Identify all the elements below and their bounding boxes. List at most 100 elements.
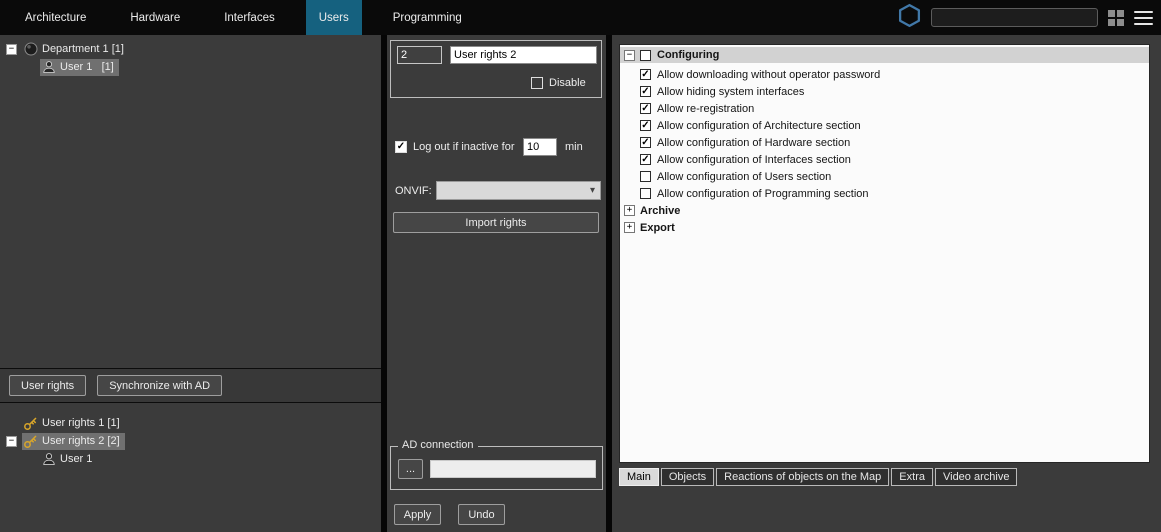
checkbox-unchecked-icon[interactable] <box>640 171 651 182</box>
logout-label: Log out if inactive for <box>413 141 523 153</box>
rights-item-label: Allow hiding system interfaces <box>657 86 804 98</box>
user-icon <box>41 452 56 467</box>
id-field[interactable] <box>397 46 442 64</box>
rights-item[interactable]: − Configuring <box>620 47 1149 63</box>
tree-item-body[interactable]: User rights 1 [1] <box>22 415 125 432</box>
tree-item-label: Department 1 [1] <box>42 43 124 55</box>
rights-tab-reactions-of-objects-on-the-map[interactable]: Reactions of objects on the Map <box>716 468 889 486</box>
editor-panel: Disable Log out if inactive for min ONVI… <box>387 35 606 532</box>
ad-browse-button[interactable]: ... <box>398 459 423 479</box>
tree-item-label: User 1 [1] <box>60 61 114 73</box>
tab-interfaces[interactable]: Interfaces <box>211 0 288 35</box>
synchronize-ad-button[interactable]: Synchronize with AD <box>97 375 222 396</box>
checkbox-unchecked-icon[interactable] <box>640 188 651 199</box>
ad-connection-field[interactable] <box>430 460 596 478</box>
rights-item-label: Allow configuration of Programming secti… <box>657 188 869 200</box>
logout-minutes-field[interactable] <box>523 138 557 156</box>
tree-item-selected[interactable]: User 1 [1] <box>40 59 119 76</box>
rights-tab-main[interactable]: Main <box>619 468 659 486</box>
rights-item[interactable]: Allow configuration of Hardware section <box>620 134 1149 151</box>
rights-item-label: Allow downloading without operator passw… <box>657 69 880 81</box>
ad-connection-groupbox: AD connection ... <box>390 446 603 490</box>
import-rights-button[interactable]: Import rights <box>393 212 599 233</box>
apply-button[interactable]: Apply <box>394 504 441 525</box>
topbar: Architecture Hardware Interfaces Users Progr… <box>0 0 1161 35</box>
key-icon <box>23 434 38 449</box>
topbar-right <box>898 0 1153 35</box>
plus-expander-icon[interactable]: + <box>624 222 635 233</box>
undo-button[interactable]: Undo <box>458 504 505 525</box>
rights-item-label: Export <box>640 222 675 234</box>
rights-item-label: Allow configuration of Hardware section <box>657 137 850 149</box>
topbar-tabs: Architecture Hardware Interfaces Users Progr… <box>0 0 475 35</box>
tab-programming[interactable]: Programming <box>380 0 475 35</box>
rights-tabs: MainObjectsReactions of objects on the M… <box>619 468 1019 486</box>
checkbox-checked-icon[interactable] <box>640 103 651 114</box>
checkbox-unchecked-icon[interactable] <box>640 50 651 61</box>
rights-item[interactable]: Allow configuration of Architecture sect… <box>620 117 1149 134</box>
hexagon-logo-icon <box>898 3 921 33</box>
rights-item[interactable]: Allow hiding system interfaces <box>620 83 1149 100</box>
rights-item[interactable]: Allow configuration of Interfaces sectio… <box>620 151 1149 168</box>
min-label: min <box>565 141 583 153</box>
tree-item-selected[interactable]: User rights 2 [2] <box>22 433 125 450</box>
rights-item-label: Archive <box>640 205 680 217</box>
rights-tab-extra[interactable]: Extra <box>891 468 933 486</box>
disable-label: Disable <box>549 77 586 89</box>
onvif-select[interactable]: ▾ <box>436 181 601 200</box>
tree-item-label: User rights 1 [1] <box>42 417 120 429</box>
minus-expander-icon[interactable]: − <box>6 44 17 55</box>
checkbox-checked-icon[interactable] <box>640 69 651 80</box>
tab-hardware[interactable]: Hardware <box>117 0 193 35</box>
rights-item[interactable]: Allow re-registration <box>620 100 1149 117</box>
logout-row: Log out if inactive for min <box>395 138 583 156</box>
tree-item-label: User 1 <box>60 453 92 465</box>
key-icon <box>23 416 38 431</box>
rights-item-label: Allow configuration of Architecture sect… <box>657 120 861 132</box>
onvif-label: ONVIF: <box>395 185 436 197</box>
checkbox-checked-icon[interactable] <box>640 86 651 97</box>
rights-item[interactable]: + Export <box>620 219 1149 236</box>
search-input[interactable] <box>931 8 1098 27</box>
rights-item-label: Allow configuration of Interfaces sectio… <box>657 154 851 166</box>
plus-expander-icon[interactable]: + <box>624 205 635 216</box>
minus-expander-icon[interactable]: − <box>6 436 17 447</box>
tree-item-body[interactable]: Department 1 [1] <box>22 41 129 58</box>
department-icon <box>23 42 38 57</box>
tree-item-label: User rights 2 [2] <box>42 435 120 447</box>
tree-item-body[interactable]: User 1 <box>40 451 97 468</box>
rights-panel: − Configuring Allow downloading without op… <box>612 35 1161 532</box>
rights-tab-video-archive[interactable]: Video archive <box>935 468 1017 486</box>
minus-expander-icon[interactable]: − <box>624 50 635 61</box>
tree-item[interactable]: User 1 [1] <box>0 58 381 76</box>
editor-actions: Apply Undo <box>394 504 505 525</box>
identity-groupbox: Disable <box>390 40 602 98</box>
tree-item[interactable]: − User rights 2 [2] <box>0 432 381 450</box>
rights-item[interactable]: + Archive <box>620 202 1149 219</box>
tree-item[interactable]: User 1 <box>0 450 381 468</box>
name-field[interactable] <box>450 46 597 64</box>
departments-tree: − Department 1 [1] User 1 [1] <box>0 35 381 368</box>
left-panel: − Department 1 [1] User 1 [1] User rights … <box>0 35 381 532</box>
chevron-down-icon: ▾ <box>590 185 595 196</box>
user-icon <box>41 60 56 75</box>
rights-tab-objects[interactable]: Objects <box>661 468 714 486</box>
hamburger-menu-icon[interactable] <box>1134 11 1153 25</box>
checkbox-checked-icon[interactable] <box>640 120 651 131</box>
tree-item[interactable]: − Department 1 [1] <box>0 40 381 58</box>
grid-layout-icon[interactable] <box>1108 10 1124 26</box>
rights-item-label: Allow configuration of Users section <box>657 171 831 183</box>
checkbox-checked-icon[interactable] <box>640 137 651 148</box>
rights-tree: User rights 1 [1] − User rights 2 [2] User … <box>0 404 381 532</box>
checkbox-checked-icon[interactable] <box>640 154 651 165</box>
rights-item[interactable]: Allow configuration of Programming secti… <box>620 185 1149 202</box>
rights-item[interactable]: Allow configuration of Users section <box>620 168 1149 185</box>
user-rights-button[interactable]: User rights <box>9 375 86 396</box>
rights-item-label: Configuring <box>657 49 719 61</box>
tab-architecture[interactable]: Architecture <box>12 0 99 35</box>
rights-item[interactable]: Allow downloading without operator passw… <box>620 66 1149 83</box>
tree-item[interactable]: User rights 1 [1] <box>0 414 381 432</box>
disable-checkbox[interactable] <box>531 77 543 89</box>
tab-users[interactable]: Users <box>306 0 362 35</box>
logout-checkbox[interactable] <box>395 141 407 153</box>
